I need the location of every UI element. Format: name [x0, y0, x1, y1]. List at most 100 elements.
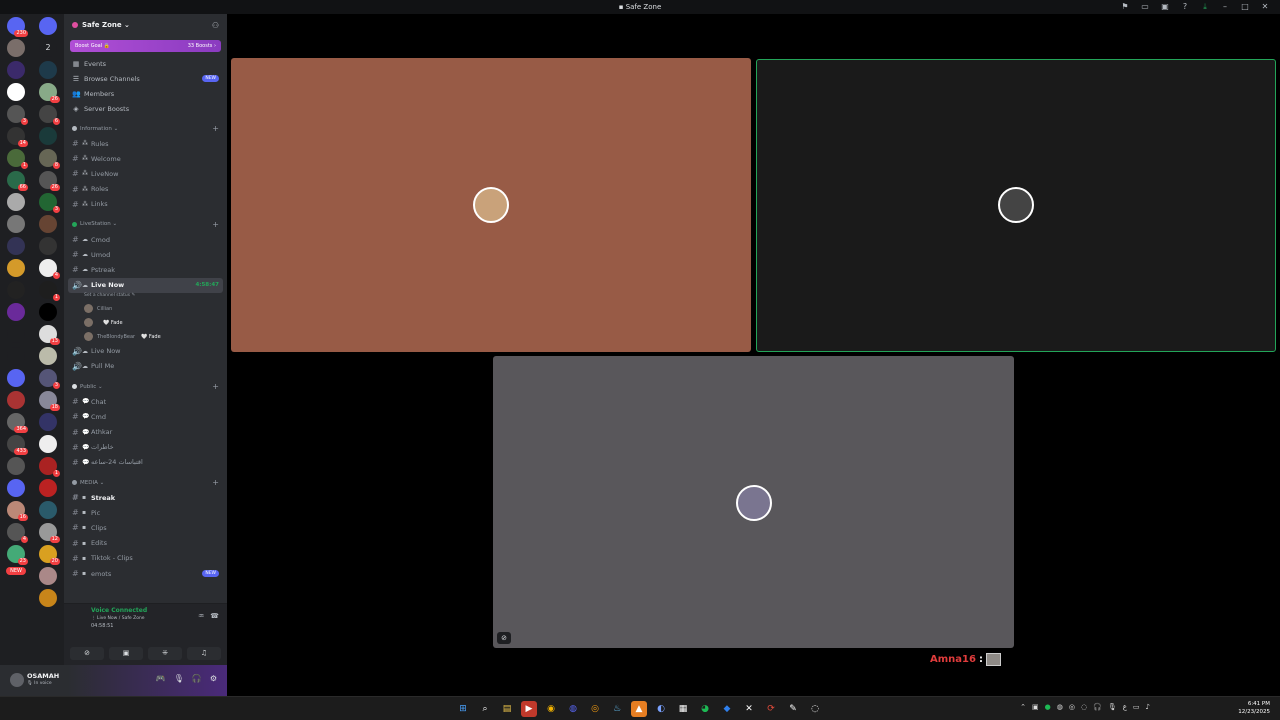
server-logo-icon[interactable]	[7, 325, 25, 343]
tray-app-icon[interactable]: ▣	[1032, 703, 1039, 711]
channel-status[interactable]: Set a channel status ✎	[64, 293, 227, 302]
close-icon[interactable]: ✕	[1258, 1, 1272, 13]
discord-icon[interactable]: ◍	[565, 701, 581, 717]
participant-tile[interactable]	[231, 58, 751, 352]
server-avatar-icon[interactable]	[7, 193, 25, 211]
server-avatar-icon[interactable]: 1	[7, 149, 28, 169]
settings-gear-icon[interactable]: ⚙	[210, 674, 217, 683]
server-avatar-icon[interactable]	[39, 215, 57, 233]
voice-connected-title[interactable]: Voice Connected	[91, 607, 147, 614]
mic-icon[interactable]: 🎙	[1108, 703, 1117, 711]
server-avatar-icon[interactable]	[39, 127, 57, 145]
server-avatar-icon[interactable]: 364	[7, 413, 28, 433]
clock[interactable]: 6:41 PM 12/23/2025	[1238, 700, 1270, 716]
tray-app-icon[interactable]: ◍	[1057, 703, 1063, 711]
menu-browse-channels[interactable]: ☰ Browse Channels NEW	[64, 71, 227, 86]
server-logo-icon[interactable]	[39, 61, 57, 79]
text-channel[interactable]: # ▪ Pic	[64, 505, 227, 520]
noise-suppression-icon[interactable]: ♒	[198, 612, 204, 620]
pin-icon[interactable]: ⚑	[1118, 1, 1132, 13]
server-avatar-icon[interactable]: 4	[7, 523, 28, 543]
voice-user[interactable]: Cillian	[64, 302, 227, 316]
server-avatar-icon[interactable]: 3	[39, 193, 60, 213]
server-avatar-icon[interactable]	[7, 237, 25, 255]
server-count-icon[interactable]: 2	[39, 39, 57, 57]
server-avatar-icon[interactable]: 14	[7, 127, 28, 147]
network-icon[interactable]: ▭	[1133, 703, 1140, 711]
menu-events[interactable]: ▦ Events	[64, 56, 227, 71]
soundboard-button[interactable]: ♫	[187, 647, 221, 660]
app-icon[interactable]: ◐	[653, 701, 669, 717]
server-avatar-icon[interactable]	[39, 501, 57, 519]
tray-app-icon[interactable]: ●	[1045, 703, 1051, 711]
app-icon[interactable]: ▦	[675, 701, 691, 717]
search-icon[interactable]: ⌕	[477, 701, 493, 717]
text-channel[interactable]: # ⁂ LiveNow	[64, 166, 227, 181]
server-avatar-icon[interactable]	[39, 237, 57, 255]
text-channel[interactable]: # 💬 Chat	[64, 394, 227, 409]
voice-user[interactable]: 🤍 Fade	[64, 316, 227, 330]
server-avatar-icon[interactable]	[39, 413, 57, 431]
text-channel[interactable]: # ⁂ Links	[64, 197, 227, 212]
text-channel[interactable]: # ⁂ Roles	[64, 182, 227, 197]
server-avatar-icon[interactable]	[7, 39, 25, 57]
server-avatar-icon[interactable]	[39, 435, 57, 453]
server-avatar-icon[interactable]: 26	[39, 171, 60, 191]
category-public[interactable]: Public ⌄ +	[64, 379, 227, 394]
voice-location[interactable]: ⋮ Live Now / Safe Zone	[91, 616, 145, 621]
server-avatar-icon[interactable]: 16	[7, 501, 28, 521]
app-icon[interactable]: ◆	[719, 701, 735, 717]
microphone-icon[interactable]: 🎙	[174, 674, 184, 683]
activities-button[interactable]: ⁜	[148, 647, 182, 660]
server-text-icon[interactable]	[7, 347, 25, 365]
steam-icon[interactable]: ♨	[609, 701, 625, 717]
server-avatar-icon[interactable]: 6	[39, 105, 60, 125]
server-avatar-icon[interactable]	[7, 479, 25, 497]
server-avatar-icon[interactable]: 66	[7, 171, 28, 191]
server-avatar-icon[interactable]: 13	[39, 325, 60, 345]
add-channel-icon[interactable]: +	[212, 478, 219, 487]
text-channel[interactable]: # 💬 Cmd	[64, 409, 227, 424]
category-livestation[interactable]: LiveStation ⌄ +	[64, 217, 227, 232]
text-channel[interactable]: # ☁ Umod	[64, 247, 227, 262]
disconnect-icon[interactable]: ☎	[210, 612, 219, 620]
text-channel[interactable]: # ⁂ Welcome	[64, 151, 227, 166]
start-icon[interactable]: ⊞	[455, 701, 471, 717]
text-channel[interactable]: # ▪ Clips	[64, 520, 227, 535]
spotify-icon[interactable]: ◕	[697, 701, 713, 717]
server-avatar-icon[interactable]: 1	[39, 457, 60, 477]
app-icon[interactable]: ▶	[521, 701, 537, 717]
server-avatar-icon[interactable]	[7, 391, 25, 409]
text-channel[interactable]: # ☁ Pstreak	[64, 262, 227, 277]
headphones-icon[interactable]: 🎧	[192, 674, 202, 683]
chrome-icon[interactable]: ◉	[543, 701, 559, 717]
chevron-up-icon[interactable]: ⌃	[1020, 703, 1026, 711]
discord-home-icon[interactable]: 230	[7, 17, 28, 37]
server-folder-icon[interactable]	[7, 369, 25, 387]
server-avatar-icon[interactable]	[7, 215, 25, 233]
add-channel-icon[interactable]: +	[212, 220, 219, 229]
help-icon[interactable]: ?	[1178, 1, 1192, 13]
app-icon[interactable]: ◌	[807, 701, 823, 717]
server-avatar-icon[interactable]: 4	[39, 259, 60, 279]
app-icon[interactable]: ◎	[587, 701, 603, 717]
username[interactable]: OSAMAH	[27, 672, 59, 680]
screen-share-button[interactable]: ▣	[109, 647, 143, 660]
volume-icon[interactable]: ♪	[1146, 703, 1150, 711]
inbox-tray-icon[interactable]: ▣	[1158, 1, 1172, 13]
server-avatar-icon[interactable]: 23	[7, 545, 28, 565]
inbox-icon[interactable]: ▭	[1138, 1, 1152, 13]
gamepad-icon[interactable]: 🎮	[156, 674, 166, 683]
participant-tile[interactable]: ⊘	[493, 356, 1014, 648]
minimize-icon[interactable]: –	[1218, 1, 1232, 13]
server-avatar-icon[interactable]	[7, 259, 25, 277]
text-channel[interactable]: # 💬 Athkar	[64, 424, 227, 439]
camera-off-button[interactable]: ⊘	[70, 647, 104, 660]
server-logo-icon[interactable]	[7, 281, 25, 299]
server-avatar-icon[interactable]: 12	[39, 523, 60, 543]
app-icon[interactable]: ✎	[785, 701, 801, 717]
text-channel[interactable]: # ▪ Streak	[64, 490, 227, 505]
maximize-icon[interactable]: □	[1238, 1, 1252, 13]
voice-user[interactable]: TheBlondyBear 🤍 Fade	[64, 330, 227, 344]
server-avatar-icon[interactable]: 8	[39, 149, 60, 169]
